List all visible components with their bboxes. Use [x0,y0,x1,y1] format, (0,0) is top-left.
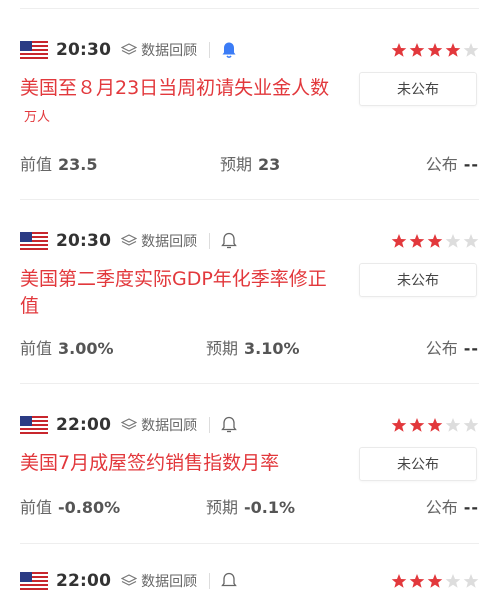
event-card[interactable]: 22:00 数据回顾 美国7月成屋签约销售指数月率 未公布 前值 -0.80% 预… [0,412,499,542]
layers-icon [121,418,138,430]
event-card[interactable]: 20:30 数据回顾 美国至８月23日当周初请失业金人数万人 未公布 前值 23.… [0,37,499,207]
star-filled-icon [427,234,443,248]
actual-label: 公布 [425,498,458,517]
star-empty-icon [463,43,479,57]
event-card[interactable]: 22:00 数据回顾 [0,568,499,594]
actual-number: -- [463,498,479,517]
actual-value: 公布 -- [426,151,479,175]
star-filled-icon [391,418,407,432]
event-unit: 万人 [24,110,51,125]
forecast-value: 预期 -0.1% [206,494,295,518]
event-title-text: 美国7月成屋签约销售指数月率 [20,452,280,474]
data-review-label: 数据回顾 [141,418,198,434]
importance-stars [391,228,479,254]
separator [209,417,211,433]
star-empty-icon [445,234,461,248]
actual-label: 公布 [425,155,458,174]
card-divider [20,543,479,544]
us-flag-icon [20,232,48,250]
event-title[interactable]: 美国至８月23日当周初请失业金人数万人 [20,75,338,131]
data-review-link[interactable]: 数据回顾 [121,571,197,591]
us-flag-icon [20,416,48,434]
prev-label: 前值 [20,339,53,358]
star-filled-icon [391,574,407,588]
actual-number: -- [463,155,479,174]
forecast-label: 预期 [206,339,239,358]
prev-label: 前值 [20,498,53,517]
data-review-link[interactable]: 数据回顾 [121,415,197,435]
data-review-label: 数据回顾 [141,43,198,59]
bell-icon[interactable] [220,41,238,59]
top-divider [20,8,479,9]
event-title-text: 美国至８月23日当周初请失业金人数 [20,77,330,99]
star-filled-icon [445,43,461,57]
event-time: 20:30 [56,231,112,251]
prev-number: 23.5 [58,155,98,174]
forecast-value: 预期 23 [220,151,280,175]
star-empty-icon [445,418,461,432]
star-empty-icon [463,574,479,588]
prev-label: 前值 [20,155,53,174]
star-filled-icon [409,43,425,57]
layers-icon [121,43,138,55]
star-filled-icon [427,574,443,588]
importance-stars [391,568,479,594]
star-filled-icon [409,234,425,248]
status-button[interactable]: 未公布 [359,263,477,297]
actual-value: 公布 -- [426,494,479,518]
prev-value: 前值 3.00% [20,335,114,359]
status-button[interactable]: 未公布 [359,447,477,481]
bell-outline-icon[interactable] [220,572,238,590]
star-filled-icon [391,43,407,57]
card-divider [20,199,479,200]
separator [209,42,211,58]
actual-value: 公布 -- [426,335,479,359]
bell-outline-icon[interactable] [220,416,238,434]
forecast-number: -0.1% [244,498,296,517]
separator [209,573,211,589]
layers-icon [121,574,138,586]
star-empty-icon [463,234,479,248]
star-empty-icon [463,418,479,432]
star-filled-icon [391,234,407,248]
forecast-label: 预期 [220,155,253,174]
forecast-value: 预期 3.10% [206,335,300,359]
forecast-label: 预期 [206,498,239,517]
actual-number: -- [463,339,479,358]
star-filled-icon [409,418,425,432]
data-review-link[interactable]: 数据回顾 [121,40,197,60]
star-filled-icon [427,43,443,57]
bell-outline-icon[interactable] [220,232,238,250]
event-card[interactable]: 20:30 数据回顾 美国第二季度实际GDP年化季率修正值 未公布 前值 3.00… [0,228,499,383]
event-title-text: 美国第二季度实际GDP年化季率修正值 [20,268,327,317]
data-review-label: 数据回顾 [141,574,198,590]
separator [209,233,211,249]
prev-value: 前值 -0.80% [20,494,120,518]
star-filled-icon [409,574,425,588]
event-time: 22:00 [56,415,112,435]
card-divider [20,383,479,384]
layers-icon [121,234,138,246]
event-title[interactable]: 美国7月成屋签约销售指数月率 [20,450,338,477]
us-flag-icon [20,572,48,590]
data-review-link[interactable]: 数据回顾 [121,231,197,251]
event-title[interactable]: 美国第二季度实际GDP年化季率修正值 [20,266,338,320]
event-time: 20:30 [56,40,112,60]
star-empty-icon [445,574,461,588]
status-button[interactable]: 未公布 [359,72,477,106]
forecast-number: 3.10% [244,339,300,358]
star-filled-icon [427,418,443,432]
prev-number: -0.80% [58,498,121,517]
prev-value: 前值 23.5 [20,151,98,175]
event-time: 22:00 [56,571,112,591]
us-flag-icon [20,41,48,59]
importance-stars [391,37,479,63]
forecast-number: 23 [258,155,281,174]
actual-label: 公布 [425,339,458,358]
importance-stars [391,412,479,438]
prev-number: 3.00% [58,339,114,358]
data-review-label: 数据回顾 [141,234,198,250]
